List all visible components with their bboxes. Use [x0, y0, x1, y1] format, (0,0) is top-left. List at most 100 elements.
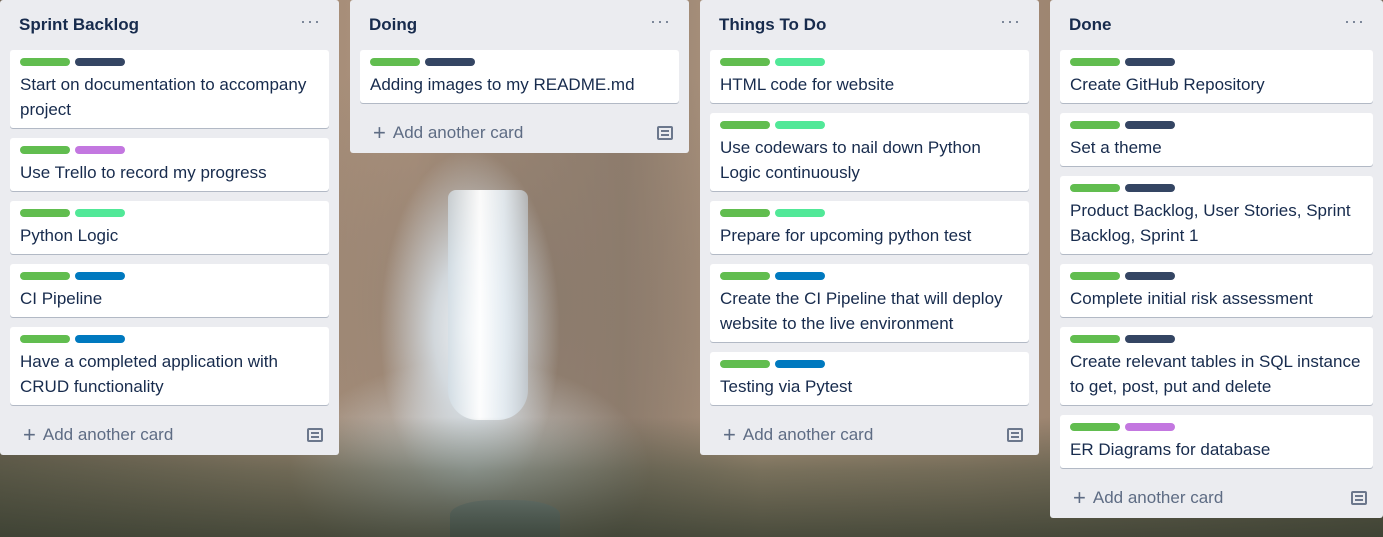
label-lime[interactable] — [775, 121, 825, 129]
card-labels — [720, 360, 1019, 368]
background-waterfall — [448, 190, 528, 420]
card-composer: + Add another card — [1060, 478, 1373, 518]
label-green[interactable] — [1070, 335, 1120, 343]
card[interactable]: Set a theme — [1060, 113, 1373, 166]
label-green[interactable] — [20, 335, 70, 343]
label-navy[interactable] — [1125, 335, 1175, 343]
card-title: Start on documentation to accompany proj… — [20, 75, 307, 119]
list-title[interactable]: Done — [1069, 15, 1112, 35]
card-labels — [1070, 423, 1363, 431]
card[interactable]: Prepare for upcoming python test — [710, 201, 1029, 254]
list-done[interactable]: Done ··· Create GitHub Repository Set a the… — [1050, 0, 1383, 518]
list-title[interactable]: Things To Do — [719, 15, 826, 35]
card[interactable]: Python Logic — [10, 201, 329, 254]
card[interactable]: Product Backlog, User Stories, Sprint Ba… — [1060, 176, 1373, 254]
add-card-button[interactable]: + Add another card — [1073, 487, 1223, 509]
label-navy[interactable] — [1125, 272, 1175, 280]
list-sprint-backlog[interactable]: Sprint Backlog ··· Start on documentation … — [0, 0, 339, 455]
label-green[interactable] — [1070, 272, 1120, 280]
card-title: Use codewars to nail down Python Logic c… — [720, 138, 981, 182]
label-blue[interactable] — [75, 272, 125, 280]
card-title: CI Pipeline — [20, 289, 103, 308]
label-green[interactable] — [20, 272, 70, 280]
add-card-button[interactable]: + Add another card — [23, 424, 173, 446]
label-green[interactable] — [1070, 184, 1120, 192]
card-labels — [1070, 121, 1363, 129]
card-title: Testing via Pytest — [720, 377, 853, 396]
label-green[interactable] — [720, 360, 770, 368]
label-purple[interactable] — [75, 146, 125, 154]
label-green[interactable] — [1070, 121, 1120, 129]
label-purple[interactable] — [1125, 423, 1175, 431]
label-green[interactable] — [370, 58, 420, 66]
label-navy[interactable] — [1125, 58, 1175, 66]
label-lime[interactable] — [775, 58, 825, 66]
list-things-to-do[interactable]: Things To Do ··· HTML code for website Use … — [700, 0, 1039, 455]
label-navy[interactable] — [75, 58, 125, 66]
add-card-label: Add another card — [742, 425, 874, 444]
card[interactable]: Testing via Pytest — [710, 352, 1029, 405]
add-card-button[interactable]: + Add another card — [373, 122, 523, 144]
card-template-icon[interactable] — [1007, 428, 1023, 442]
add-card-label: Add another card — [42, 425, 174, 444]
label-green[interactable] — [20, 146, 70, 154]
card[interactable]: Start on documentation to accompany proj… — [10, 50, 329, 128]
card-template-icon[interactable] — [657, 126, 673, 140]
card-composer: + Add another card — [710, 415, 1029, 455]
label-green[interactable] — [720, 272, 770, 280]
list-menu-icon[interactable]: ··· — [1344, 12, 1365, 38]
label-green[interactable] — [720, 209, 770, 217]
list-doing[interactable]: Doing ··· Adding images to my README.md + Ad… — [350, 0, 689, 153]
card-labels — [720, 121, 1019, 129]
card[interactable]: Have a completed application with CRUD f… — [10, 327, 329, 405]
card[interactable]: CI Pipeline — [10, 264, 329, 317]
label-blue[interactable] — [775, 272, 825, 280]
card[interactable]: Adding images to my README.md — [360, 50, 679, 103]
add-card-button[interactable]: + Add another card — [723, 424, 873, 446]
card[interactable]: Use Trello to record my progress — [10, 138, 329, 191]
card[interactable]: HTML code for website — [710, 50, 1029, 103]
card-title: HTML code for website — [720, 75, 895, 94]
card-labels — [20, 209, 319, 217]
plus-icon: + — [373, 120, 386, 145]
card-labels — [1070, 335, 1363, 343]
label-navy[interactable] — [1125, 184, 1175, 192]
card-composer: + Add another card — [360, 113, 679, 153]
list-title[interactable]: Sprint Backlog — [19, 15, 139, 35]
card-title: Use Trello to record my progress — [20, 163, 267, 182]
card-title: Set a theme — [1070, 138, 1162, 157]
card[interactable]: Use codewars to nail down Python Logic c… — [710, 113, 1029, 191]
label-lime[interactable] — [75, 209, 125, 217]
card[interactable]: Complete initial risk assessment — [1060, 264, 1373, 317]
list-header: Sprint Backlog ··· — [10, 0, 329, 50]
list-menu-icon[interactable]: ··· — [300, 12, 321, 38]
card-title: Create the CI Pipeline that will deploy … — [720, 289, 1003, 333]
label-lime[interactable] — [775, 209, 825, 217]
label-green[interactable] — [20, 209, 70, 217]
label-navy[interactable] — [1125, 121, 1175, 129]
card-labels — [370, 58, 669, 66]
label-green[interactable] — [720, 58, 770, 66]
card-template-icon[interactable] — [307, 428, 323, 442]
card-title: Adding images to my README.md — [370, 75, 635, 94]
card-template-icon[interactable] — [1351, 491, 1367, 505]
label-green[interactable] — [1070, 423, 1120, 431]
label-green[interactable] — [1070, 58, 1120, 66]
card[interactable]: Create the CI Pipeline that will deploy … — [710, 264, 1029, 342]
card-title: Create relevant tables in SQL instance t… — [1070, 352, 1361, 396]
label-blue[interactable] — [75, 335, 125, 343]
card-title: Product Backlog, User Stories, Sprint Ba… — [1070, 201, 1351, 245]
card[interactable]: ER Diagrams for database — [1060, 415, 1373, 468]
card-title: Prepare for upcoming python test — [720, 226, 972, 245]
list-menu-icon[interactable]: ··· — [650, 12, 671, 38]
label-green[interactable] — [20, 58, 70, 66]
card[interactable]: Create relevant tables in SQL instance t… — [1060, 327, 1373, 405]
label-green[interactable] — [720, 121, 770, 129]
list-menu-icon[interactable]: ··· — [1000, 12, 1021, 38]
label-blue[interactable] — [775, 360, 825, 368]
list-title[interactable]: Doing — [369, 15, 417, 35]
list-header: Doing ··· — [360, 0, 679, 50]
add-card-label: Add another card — [1092, 488, 1224, 507]
label-navy[interactable] — [425, 58, 475, 66]
card[interactable]: Create GitHub Repository — [1060, 50, 1373, 103]
